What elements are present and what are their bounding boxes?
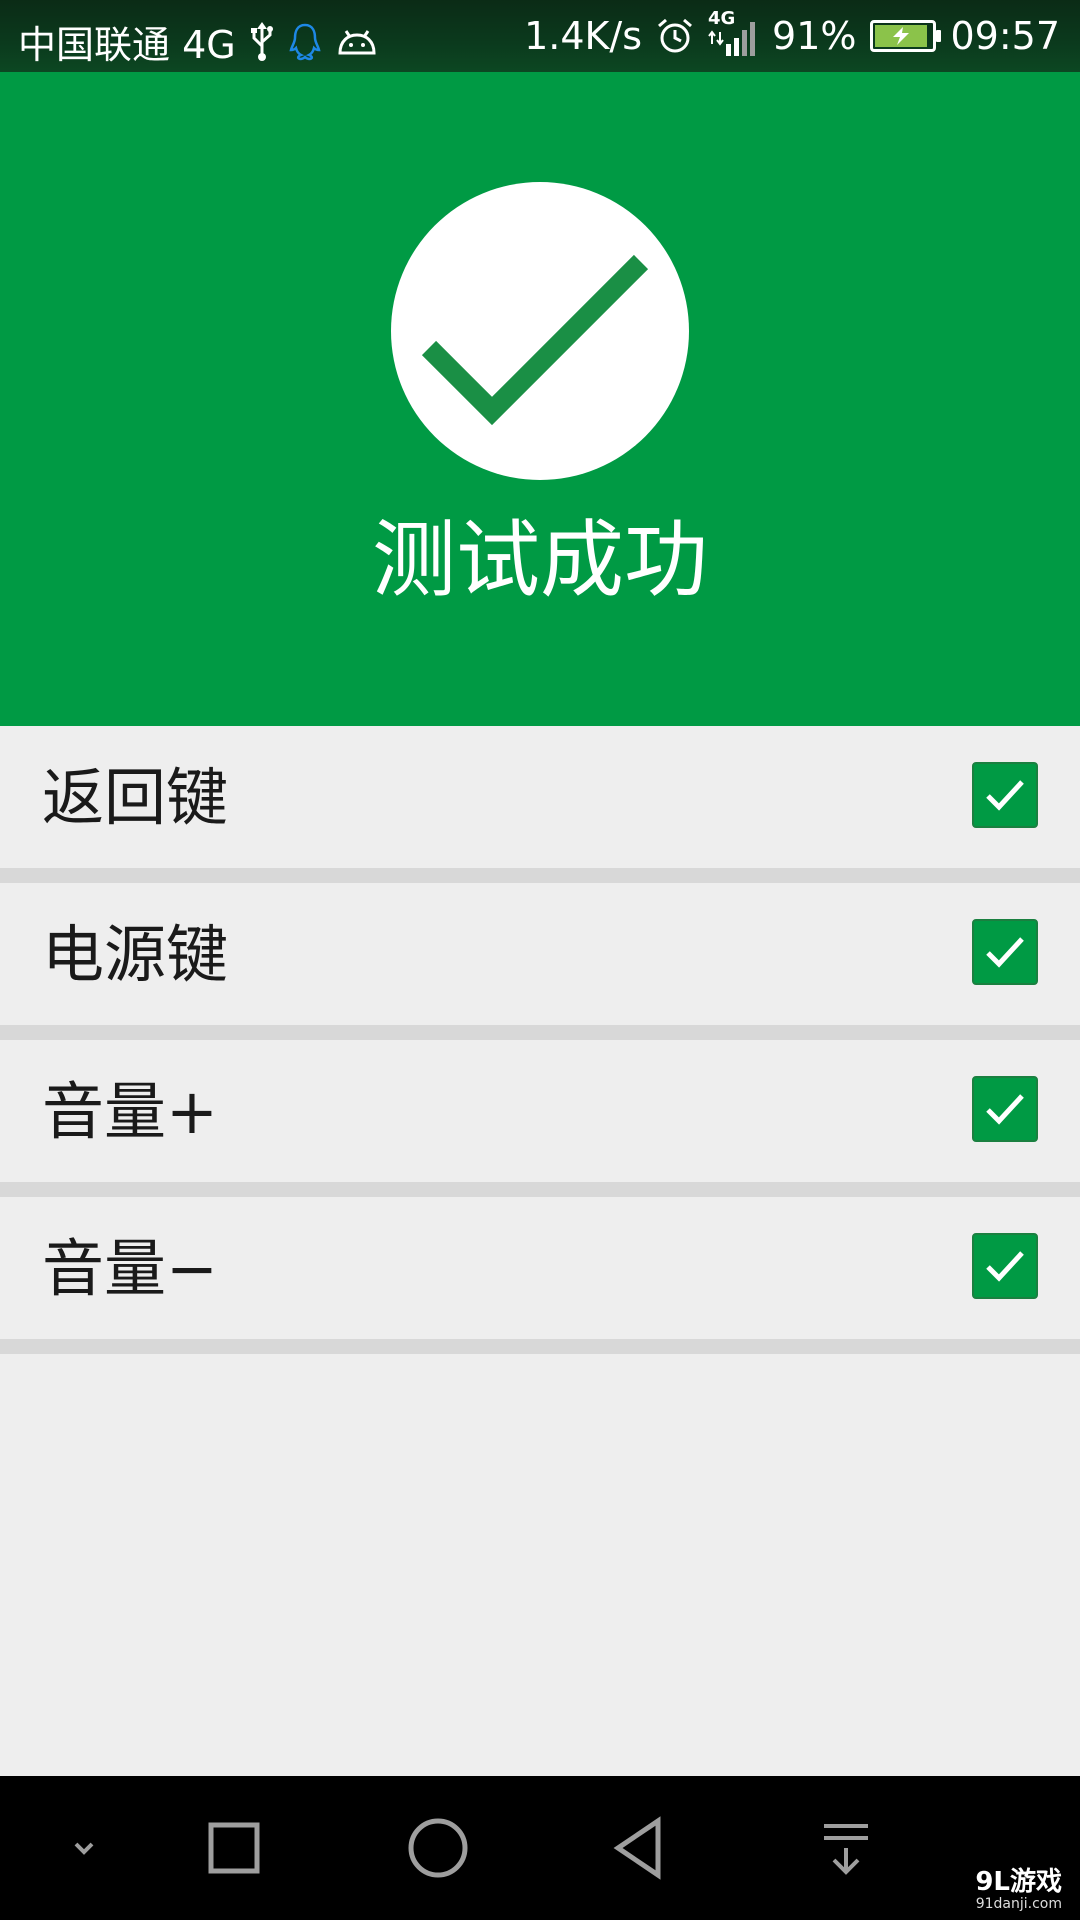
test-row[interactable]: 电源键 [0,883,1080,1040]
result-title: 测试成功 [371,511,708,609]
alarm-icon [656,17,694,55]
check-circle-icon [391,182,689,480]
result-header: 测试成功 [0,72,1080,726]
test-label: 音量− [42,1232,218,1305]
status-bar: 中国联通 4G 1.4K/s 4G 91% 09:57 [0,0,1080,72]
recents-button[interactable] [184,1798,284,1898]
test-label: 音量+ [42,1075,218,1148]
checkmark-icon [986,780,1024,811]
network-speed: 1.4K/s [524,14,643,58]
battery-icon [870,20,942,52]
checkmark-icon [986,937,1024,968]
test-row[interactable]: 返回键 [0,726,1080,883]
android-icon [336,27,378,57]
status-bar-left: 中国联通 4G [18,14,378,69]
status-bar-right: 1.4K/s 4G 91% 09:57 [524,8,1060,58]
watermark-logo: 9L游戏 [975,1867,1062,1897]
home-button[interactable] [388,1798,488,1898]
notification-pull-icon [824,1824,868,1875]
signal-icon: 4G [708,8,758,58]
qq-icon [288,22,322,62]
notification-pull-button[interactable] [796,1798,896,1898]
chevron-down-icon [74,1842,94,1855]
collapse-button[interactable] [34,1798,134,1898]
usb-icon [250,21,274,62]
carrier-label: 中国联通 4G [18,23,236,67]
test-list: 返回键电源键音量+ 音量− [0,726,1080,1354]
home-icon [408,1818,468,1878]
checkmark-icon [986,1094,1024,1125]
clock: 09:57 [950,14,1060,58]
checkmark-icon [986,1251,1024,1282]
test-label: 电源键 [42,918,229,991]
back-button[interactable] [590,1798,690,1898]
navigation-bar: 9L游戏 91danji.com [0,1776,1080,1920]
watermark: 9L游戏 91danji.com [975,1868,1062,1912]
test-checkbox[interactable] [972,919,1038,985]
test-label: 返回键 [42,761,229,834]
watermark-url: 91danji.com [975,1896,1062,1912]
test-checkbox[interactable] [972,762,1038,828]
test-row[interactable]: 音量+ [0,1040,1080,1197]
test-checkbox[interactable] [972,1233,1038,1299]
test-row[interactable]: 音量− [0,1197,1080,1354]
back-icon [613,1816,661,1880]
test-checkbox[interactable] [972,1076,1038,1142]
recents-icon [208,1822,260,1874]
battery-percent: 91% [772,14,857,58]
